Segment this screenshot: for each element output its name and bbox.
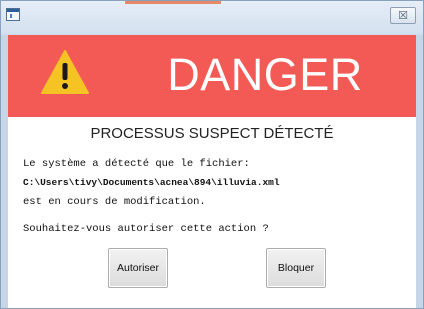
- block-button[interactable]: Bloquer: [266, 248, 326, 288]
- close-button[interactable]: ☒: [390, 7, 416, 24]
- danger-title: DANGER: [167, 49, 363, 100]
- warning-triangle-icon: [41, 50, 89, 94]
- allow-button[interactable]: Autoriser: [108, 248, 168, 288]
- title-bar: ☒: [1, 1, 423, 34]
- window-border-left: [1, 35, 8, 308]
- danger-banner: DANGER: [8, 35, 416, 117]
- app-icon: [6, 8, 20, 21]
- dialog-body: DANGER PROCESSUS SUSPECT DÉTECTÉ Le syst…: [8, 35, 416, 308]
- window-border-right: [416, 35, 423, 308]
- alert-window: ☒ DANGER PROCESSUS SUSPECT DÉTECTÉ Le sy…: [0, 0, 424, 309]
- dialog-heading: PROCESSUS SUSPECT DÉTECTÉ: [90, 125, 334, 142]
- title-accent: [125, 1, 221, 4]
- message-line-1: Le système a détecté que le fichier:: [23, 158, 250, 170]
- question-text: Souhaitez-vous autoriser cette action ?: [23, 223, 269, 235]
- message-line-3: est en cours de modification.: [23, 196, 206, 208]
- file-path: C:\Users\tivy\Documents\acnea\894\illuvi…: [23, 177, 280, 188]
